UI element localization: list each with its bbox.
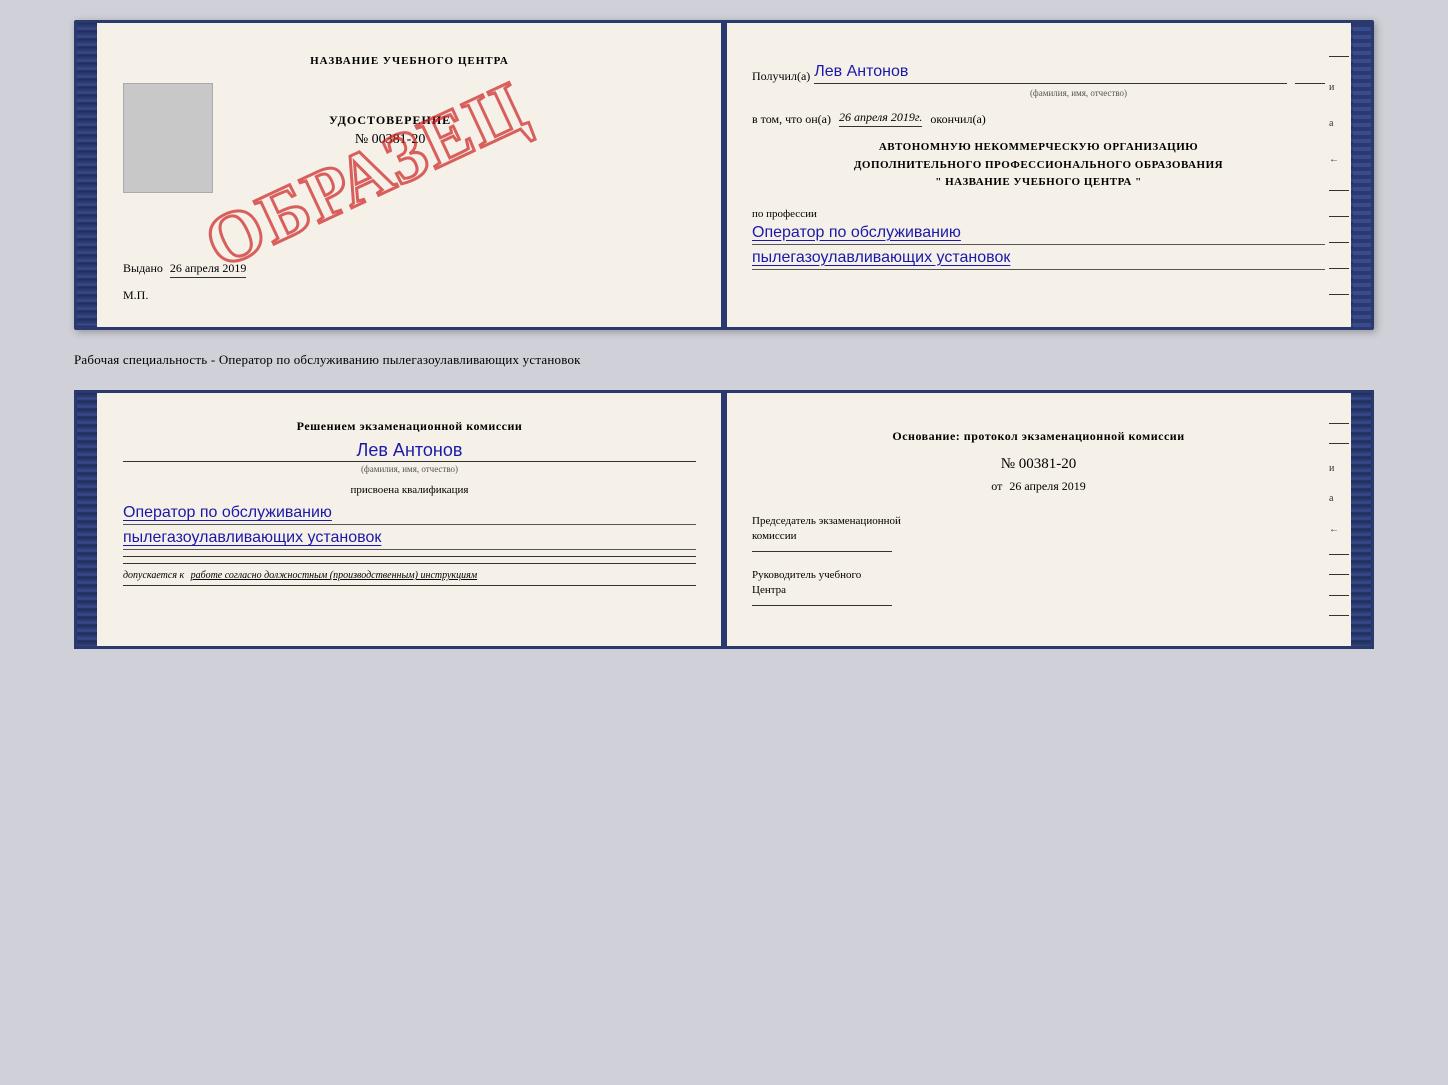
rukovoditel-label2: Центра [752,584,786,596]
org-line2: ДОПОЛНИТЕЛЬНОГО ПРОФЕССИОНАЛЬНОГО ОБРАЗО… [752,157,1325,175]
ot-label: от [991,479,1002,493]
predsedatel-label2: комиссии [752,530,796,542]
lower-side-dash-4 [1329,574,1349,575]
protocol-number: № 00381-20 [752,456,1325,473]
org-block: АВТОНОМНУЮ НЕКОММЕРЧЕСКУЮ ОРГАНИЗАЦИЮ ДО… [752,139,1325,192]
mp-label: М.П. [123,288,696,303]
lower-side-dash-2 [1329,443,1349,444]
rukovoditel-label1: Руководитель учебного [752,569,861,581]
side-dash-3 [1329,216,1349,217]
okonchil-label: окончил(а) [930,112,985,127]
spine-left-decoration [77,23,97,327]
rukovoditel-signature-line [752,605,892,606]
lower-certificate-book: Решением экзаменационной комиссии Лев Ан… [74,390,1374,649]
vtom-date: 26 апреля 2019г. [839,110,922,127]
doc-title: УДОСТОВЕРЕНИЕ [329,113,451,128]
lower-side-label-a: а [1329,493,1349,504]
dopusk-italics: работе согласно должностным (производств… [191,570,477,581]
osnovanie-label: Основание: протокол экзаменационной коми… [752,429,1325,444]
upper-certificate-section: НАЗВАНИЕ УЧЕБНОГО ЦЕНТРА УДОСТОВЕРЕНИЕ №… [74,20,1374,330]
lower-side-label-arrow: ← [1329,524,1349,535]
ot-date: от 26 апреля 2019 [752,479,1325,494]
separator-line-3 [123,585,696,586]
upper-right-page: Получил(а) Лев Антонов (фамилия, имя, от… [724,23,1371,327]
dopusk-text: допускается к работе согласно должностны… [123,570,696,581]
side-dash-4 [1329,242,1349,243]
recipient-name: Лев Антонов [814,63,1287,84]
side-dashes-right: и а ← [1329,23,1349,327]
separator-line-2 [123,563,696,564]
org-line3: " НАЗВАНИЕ УЧЕБНОГО ЦЕНТРА " [752,174,1325,192]
lower-person-name: Лев Антонов [123,440,696,461]
lower-certificate-section: Решением экзаменационной комиссии Лев Ан… [74,390,1374,649]
lower-left-page: Решением экзаменационной комиссии Лев Ан… [77,393,724,646]
spine-right-decoration [1351,23,1371,327]
predsedatel-signature-line [752,551,892,552]
side-dash-2 [1329,190,1349,191]
lower-side-label-i: и [1329,463,1349,474]
commission-text: Решением экзаменационной комиссии [123,417,696,436]
profession-line1: Оператор по обслуживанию [752,224,1325,245]
lower-side-dash-3 [1329,554,1349,555]
vtom-label: в том, что он(а) [752,112,831,127]
doc-number: № 00381-20 [329,132,451,148]
predsedatel-label: Председатель экзаменационной комиссии [752,514,1325,545]
po-professii-label: по профессии [752,208,1325,220]
lower-side-dash-1 [1329,423,1349,424]
profession-line2: пылегазоулавливающих установок [752,249,1325,270]
upper-certificate-book: НАЗВАНИЕ УЧЕБНОГО ЦЕНТРА УДОСТОВЕРЕНИЕ №… [74,20,1374,330]
upper-left-page: НАЗВАНИЕ УЧЕБНОГО ЦЕНТРА УДОСТОВЕРЕНИЕ №… [77,23,724,327]
middle-specialty-text: Рабочая специальность - Оператор по обсл… [74,352,1374,368]
kvalif-line2: пылегазоулавливающих установок [123,529,696,550]
lower-left-content: Решением экзаменационной комиссии Лев Ан… [105,417,696,586]
fio-label-upper: (фамилия, имя, отчество) [832,88,1325,98]
side-label-i: и [1329,82,1349,93]
side-label-a: а [1329,118,1349,129]
poluchil-label: Получил(а) [752,69,810,84]
predsedatel-label1: Председатель экзаменационной [752,515,901,527]
dash-after-name [1295,65,1325,84]
side-dash-5 [1329,268,1349,269]
vydano-label: Выдано [123,261,163,275]
lower-right-content: Основание: протокол экзаменационной коми… [752,429,1343,606]
dopuskaetsya-prefix: допускается к [123,570,184,581]
rukovoditel-label: Руководитель учебного Центра [752,568,1325,599]
lower-right-page: Основание: протокол экзаменационной коми… [724,393,1371,646]
upper-right-content: Получил(а) Лев Антонов (фамилия, имя, от… [752,63,1343,270]
side-label-arrow: ← [1329,154,1349,165]
lower-side-dashes: и а ← [1329,393,1349,646]
photo-placeholder [123,83,213,193]
middle-text-section: Рабочая специальность - Оператор по обсл… [74,342,1374,378]
udostoverenie-block: УДОСТОВЕРЕНИЕ № 00381-20 [329,113,451,148]
ot-date-value: 26 апреля 2019 [1009,479,1085,493]
vtom-line: в том, что он(а) 26 апреля 2019г. окончи… [752,110,1325,127]
prisvoena-label: присвоена квалификация [123,484,696,496]
lower-fio-label: (фамилия, имя, отчество) [123,461,696,474]
school-name-header: НАЗВАНИЕ УЧЕБНОГО ЦЕНТРА [123,55,696,67]
kvalif-line1: Оператор по обслуживанию [123,504,696,525]
org-line1: АВТОНОМНУЮ НЕКОММЕРЧЕСКУЮ ОРГАНИЗАЦИЮ [752,139,1325,157]
poluchil-line: Получил(а) Лев Антонов [752,63,1325,84]
lower-spine-left [77,393,97,646]
lower-side-dash-5 [1329,595,1349,596]
upper-left-content: НАЗВАНИЕ УЧЕБНОГО ЦЕНТРА УДОСТОВЕРЕНИЕ №… [105,55,696,303]
side-dash [1329,56,1349,57]
vydano-date: 26 апреля 2019 [170,261,246,278]
vydano-block: Выдано 26 апреля 2019 [123,261,696,276]
separator-line-1 [123,556,696,557]
lower-spine-right [1351,393,1371,646]
lower-side-dash-6 [1329,615,1349,616]
side-dash-6 [1329,294,1349,295]
